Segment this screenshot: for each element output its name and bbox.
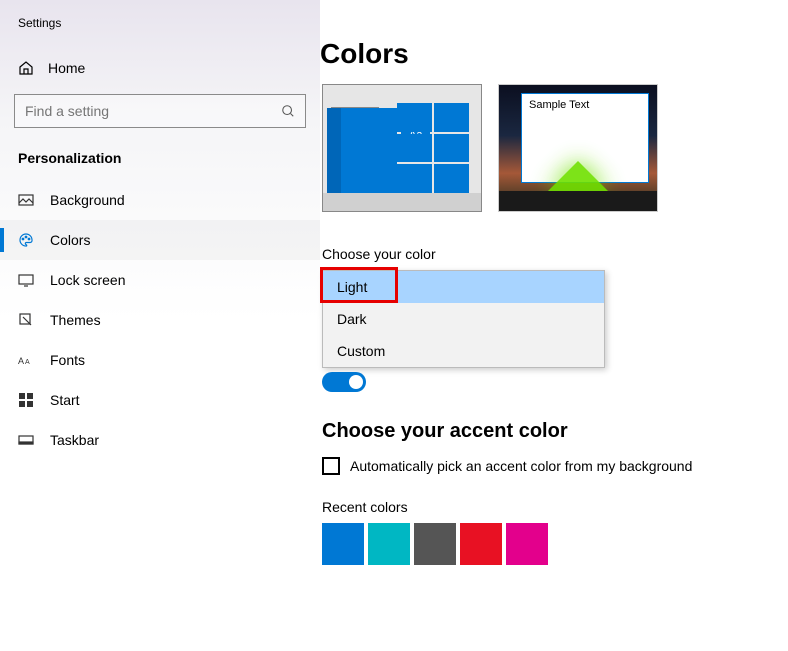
sidebar-item-lock-screen[interactable]: Lock screen [0, 260, 320, 300]
color-option-dark[interactable]: Dark [323, 303, 604, 335]
swatch[interactable] [322, 523, 364, 565]
swatch[interactable] [460, 523, 502, 565]
home-label: Home [48, 60, 85, 76]
preview-light[interactable]: Aa [322, 84, 482, 212]
page-title: Colors [320, 38, 788, 84]
sidebar-item-label: Background [50, 192, 125, 208]
picture-icon [18, 192, 34, 208]
toggle-partial[interactable] [322, 372, 366, 392]
start-icon [18, 392, 34, 408]
sidebar-item-background[interactable]: Background [0, 180, 320, 220]
palette-icon [18, 232, 34, 248]
sidebar: Settings Home Personalization Background… [0, 0, 320, 651]
preview-dark[interactable]: Sample Text [498, 84, 658, 212]
sidebar-item-colors[interactable]: Colors [0, 220, 320, 260]
sidebar-item-fonts[interactable]: AA Fonts [0, 340, 320, 380]
auto-accent-checkbox-row[interactable]: Automatically pick an accent color from … [322, 457, 788, 475]
svg-text:A: A [18, 356, 24, 366]
search-icon [281, 104, 295, 118]
sidebar-item-label: Fonts [50, 352, 85, 368]
themes-icon [18, 312, 34, 328]
recent-colors-swatches [322, 523, 788, 565]
taskbar-icon [18, 432, 34, 448]
sidebar-item-start[interactable]: Start [0, 380, 320, 420]
accent-section-title: Choose your accent color [322, 420, 788, 443]
app-title: Settings [0, 16, 320, 50]
choose-color-dropdown[interactable]: Light Dark Custom [322, 270, 605, 368]
sidebar-item-label: Start [50, 392, 80, 408]
choose-color-label: Choose your color [322, 246, 788, 262]
main-content: Colors Aa Sample Text Choose [320, 0, 788, 651]
section-label: Personalization [0, 144, 320, 180]
sidebar-item-label: Lock screen [50, 272, 125, 288]
color-option-custom[interactable]: Custom [323, 335, 604, 367]
sidebar-item-label: Taskbar [50, 432, 99, 448]
swatch[interactable] [414, 523, 456, 565]
swatch[interactable] [368, 523, 410, 565]
home-icon [18, 60, 34, 76]
search-input[interactable] [25, 103, 281, 119]
lock-screen-icon [18, 272, 34, 288]
search-box[interactable] [14, 94, 306, 128]
auto-accent-label: Automatically pick an accent color from … [350, 458, 692, 474]
fonts-icon: AA [18, 352, 34, 368]
sidebar-item-label: Colors [50, 232, 90, 248]
checkbox-icon[interactable] [322, 457, 340, 475]
sidebar-item-taskbar[interactable]: Taskbar [0, 420, 320, 460]
sidebar-item-label: Themes [50, 312, 101, 328]
home-button[interactable]: Home [0, 50, 320, 86]
preview-sample-text: Sample Text [529, 99, 589, 111]
theme-previews: Aa Sample Text [322, 84, 658, 212]
color-option-light[interactable]: Light [323, 271, 604, 303]
swatch[interactable] [506, 523, 548, 565]
recent-colors-label: Recent colors [322, 499, 788, 515]
sidebar-nav: Background Colors Lock screen Themes AA … [0, 180, 320, 460]
svg-text:A: A [25, 359, 30, 366]
sidebar-item-themes[interactable]: Themes [0, 300, 320, 340]
